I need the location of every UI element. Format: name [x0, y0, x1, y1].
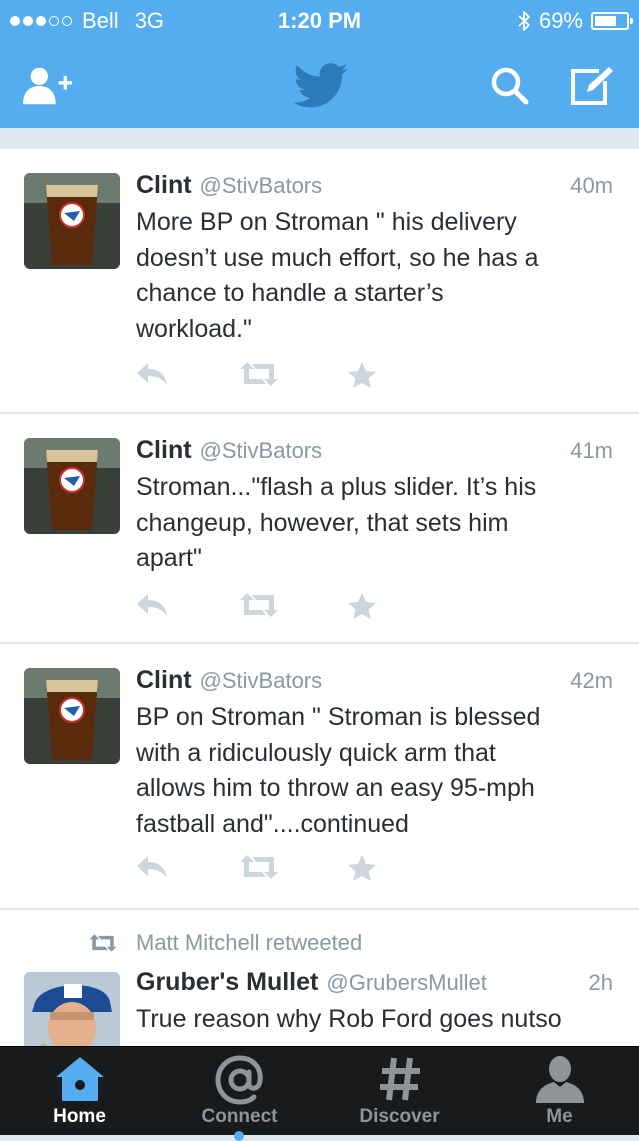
tab-label: Home [53, 1106, 106, 1127]
bluetooth-icon [518, 11, 530, 31]
reply-icon [137, 856, 167, 878]
tab-home[interactable]: Home [0, 1047, 159, 1135]
tweet[interactable]: Clint @StivBators 40m More BP on Stroman … [0, 149, 639, 414]
add-user-icon [22, 67, 73, 105]
tweet-actions [136, 854, 396, 884]
compose-icon [571, 67, 613, 105]
twitter-bird-icon [293, 63, 348, 108]
retweet-icon [89, 934, 117, 952]
star-icon [348, 855, 376, 881]
tweet-actions [136, 361, 396, 391]
reply-button[interactable] [136, 361, 168, 392]
tab-label: Discover [359, 1106, 440, 1127]
battery-icon [591, 12, 633, 30]
retweet-button[interactable] [238, 361, 280, 392]
tweet-text-line: Stroman..."flash a plus slider. It’s his [136, 473, 537, 501]
tweet-timestamp: 41m [570, 438, 613, 463]
author-name[interactable]: Clint [136, 666, 192, 694]
tweet-text-line: allows him to throw an easy 95-mph [136, 774, 535, 802]
tweet-text: Stroman..."flash a plus slider. It’s his… [136, 470, 613, 577]
tweet-timestamp: 2h [588, 970, 613, 995]
tweet-text: True reason why Rob Ford goes nutso [136, 1002, 613, 1038]
tweet-text-line: More BP on Stroman " his delivery [136, 208, 517, 236]
tweet-text-line: workload." [136, 314, 252, 343]
tweet-text: BP on Stroman " Stroman is blessed with … [136, 700, 613, 842]
favorite-button[interactable] [347, 361, 377, 394]
tab-label: Connect [201, 1106, 278, 1127]
author-handle[interactable]: @StivBators [200, 173, 323, 198]
tweet-text-line: doesn’t use much effort, so he has a [136, 243, 539, 272]
hashtag-icon [379, 1057, 420, 1101]
author-name[interactable]: Clint [136, 171, 192, 199]
tweet-text-line: chance to handle a starter’s [136, 279, 444, 307]
author-name[interactable]: Clint [136, 436, 192, 464]
tweet-timestamp: 42m [570, 668, 613, 693]
tweet-text-line: apart" [136, 544, 202, 572]
tweet-actions [136, 592, 396, 622]
tab-discover[interactable]: Discover [320, 1047, 479, 1135]
tweet-text-line: True reason why Rob Ford goes nutso [136, 1005, 562, 1033]
author-name[interactable]: Gruber's Mullet [136, 968, 318, 996]
at-icon [214, 1055, 263, 1105]
retweet-button[interactable] [238, 592, 280, 623]
twitter-logo [291, 60, 351, 112]
tweet-text-line: BP on Stroman " Stroman is blessed [136, 703, 541, 731]
tweet[interactable]: Clint @StivBators 42m BP on Stroman " Str… [0, 644, 639, 910]
retweet-banner: Matt Mitchell retweeted [88, 930, 362, 956]
tweet-text: More BP on Stroman " his delivery doesn’… [136, 205, 613, 347]
tab-label: Me [546, 1106, 573, 1127]
tweet[interactable]: Clint @StivBators 41m Stroman..."flash a … [0, 414, 639, 644]
compose-button[interactable] [566, 60, 618, 112]
author-handle[interactable]: @StivBators [200, 438, 323, 463]
author-handle[interactable]: @StivBators [200, 668, 323, 693]
tweet-text-line: changeup, however, that sets him [136, 508, 509, 537]
reply-icon [137, 594, 167, 616]
search-icon [491, 67, 529, 105]
tweet-text-line: fastball and"....continued [136, 809, 409, 838]
reply-icon [137, 363, 167, 385]
unread-indicator [234, 1131, 244, 1141]
author-handle[interactable]: @GrubersMullet [326, 970, 487, 995]
feed-top-gap [0, 128, 639, 148]
favorite-button[interactable] [347, 592, 377, 625]
avatar[interactable] [24, 668, 120, 764]
retweeted-by-label[interactable]: Matt Mitchell retweeted [136, 930, 362, 956]
top-nav-bar [0, 42, 639, 128]
tab-me[interactable]: Me [480, 1047, 639, 1135]
tweet-text-line: with a ridiculously quick arm that [136, 738, 496, 767]
retweet-icon [240, 855, 278, 879]
retweet-button[interactable] [238, 854, 280, 885]
timeline[interactable]: Clint @StivBators 40m More BP on Stroman … [0, 149, 639, 1112]
tweet-timestamp: 40m [570, 173, 613, 198]
person-icon [535, 1056, 584, 1103]
favorite-button[interactable] [347, 854, 377, 887]
add-user-button[interactable] [22, 60, 74, 112]
search-button[interactable] [484, 60, 536, 112]
status-bar: Bell 3G 1:20 PM 69% [0, 0, 639, 42]
star-icon [348, 362, 376, 388]
avatar[interactable] [24, 173, 120, 269]
avatar[interactable] [24, 438, 120, 534]
star-icon [348, 593, 376, 619]
bottom-tab-bar: Home Connect Discover Me [0, 1046, 639, 1141]
reply-button[interactable] [136, 592, 168, 623]
battery-percent: 69% [538, 8, 583, 33]
home-icon [55, 1057, 104, 1101]
reply-button[interactable] [136, 854, 168, 885]
retweet-icon [240, 362, 278, 386]
tab-connect[interactable]: Connect [160, 1047, 319, 1141]
retweet-icon [240, 593, 278, 617]
